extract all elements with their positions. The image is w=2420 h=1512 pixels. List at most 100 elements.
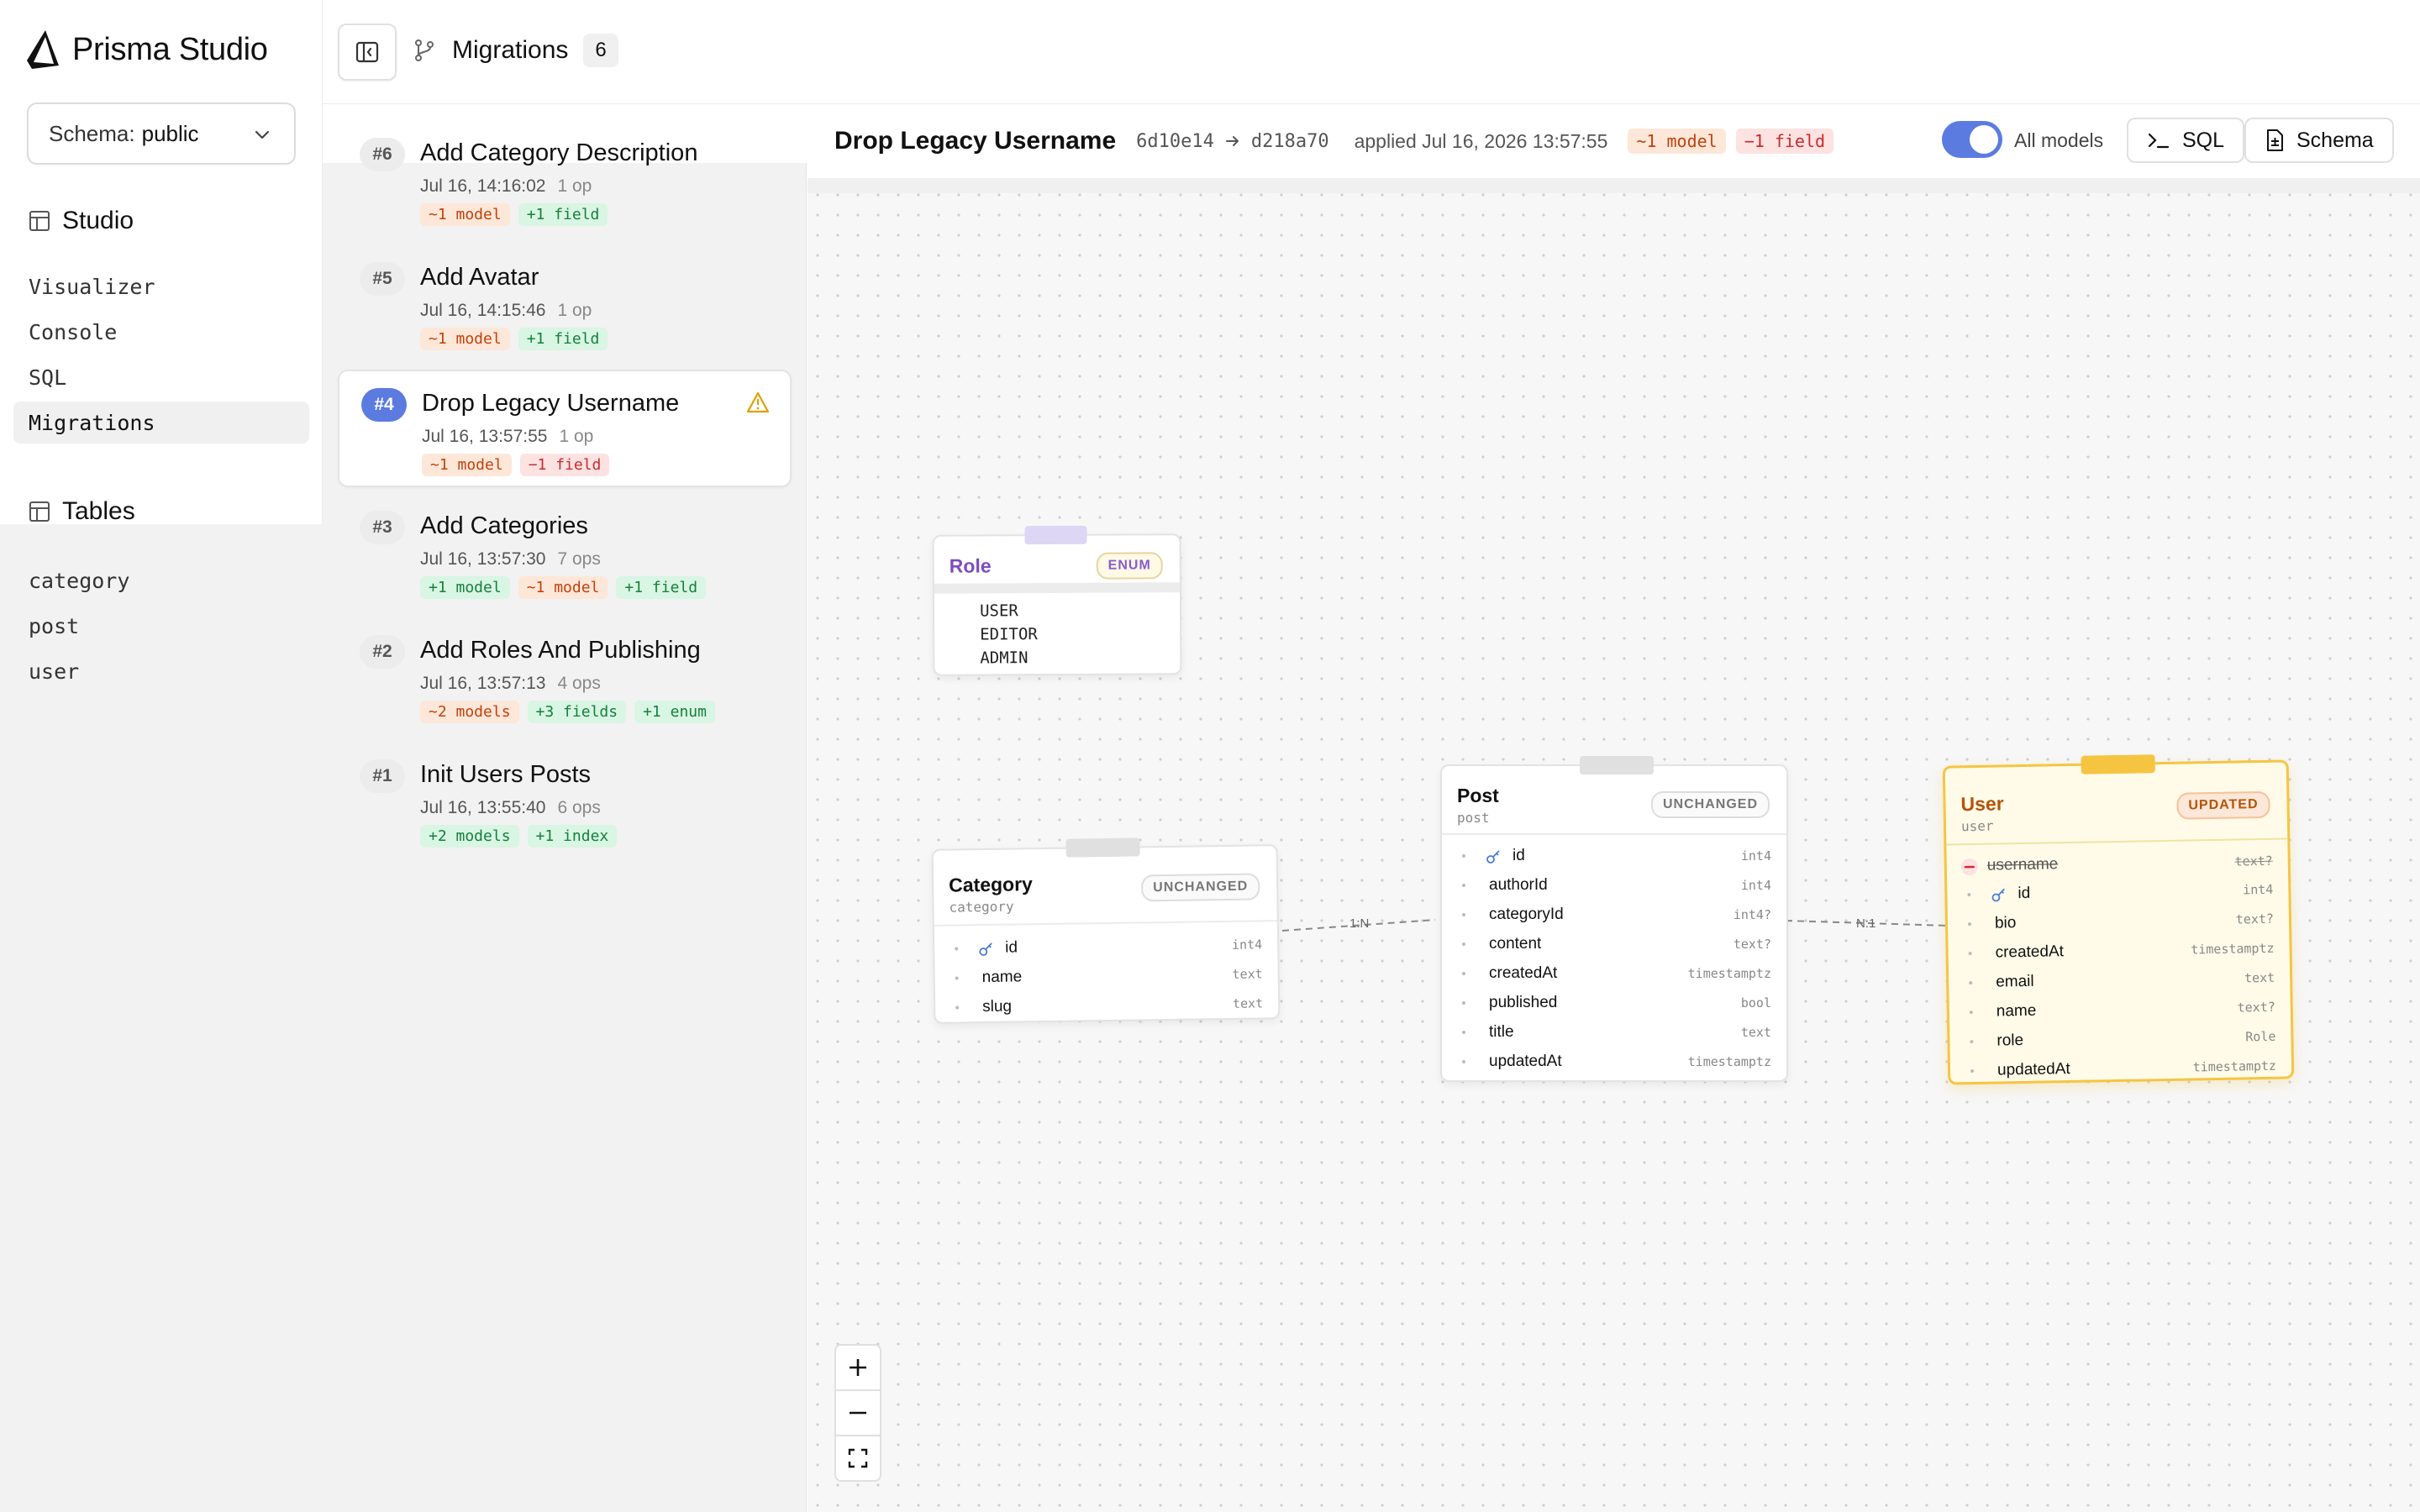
sidebar-table-category[interactable]: category [13, 559, 309, 601]
field-row[interactable]: id int4 [934, 930, 1277, 963]
field-row[interactable]: createdAt timestamptz [1948, 933, 2290, 968]
migration-title: Add Roles And Publishing [420, 637, 701, 664]
field-dot [1970, 1069, 1975, 1074]
field-type: text? [2235, 911, 2275, 927]
migration-item[interactable]: #5 Add Avatar Jul 16, 14:15:46 1 op ~1 model… [338, 245, 792, 363]
sidebar-item-visualizer[interactable]: Visualizer [13, 265, 309, 307]
top-bar: Migrations 6 [323, 0, 2420, 104]
table-name: category [949, 898, 1014, 916]
field-type: timestamptz [2191, 940, 2275, 958]
field-dot [955, 976, 959, 980]
field-row[interactable]: bio text? [1948, 904, 2290, 938]
table-icon [29, 501, 50, 522]
sidebar-item-sql[interactable]: SQL [13, 356, 309, 398]
field-row[interactable]: published bool [1442, 989, 1786, 1017]
sidebar-table-post[interactable]: post [13, 605, 309, 647]
migration-title: Drop Legacy Username [422, 390, 680, 417]
migration-time: Jul 16, 13:57:13 [420, 674, 546, 693]
sidebar-table-user[interactable]: user [13, 650, 309, 692]
migration-number: #6 [360, 138, 405, 171]
sidebar-item-migrations[interactable]: Migrations [13, 402, 309, 444]
field-name: authorId [1489, 876, 1548, 894]
field-row[interactable]: id int4 [1442, 842, 1786, 870]
migrations-title: Migrations 6 [412, 34, 618, 67]
field-type: text? [1733, 937, 1771, 952]
field-row[interactable]: slug text [935, 989, 1278, 1022]
field-row[interactable]: id int4 [1947, 874, 2289, 909]
field-row[interactable]: updatedAt timestamptz [1442, 1047, 1786, 1076]
schema-canvas[interactable]: Drop Legacy Username 6d10e14 d218a70 app… [808, 104, 2420, 1512]
migration-item[interactable]: #1 Init Users Posts Jul 16, 13:55:40 6 ops +… [338, 743, 792, 860]
field-name: createdAt [1995, 942, 2065, 962]
warning-icon [746, 391, 770, 413]
chevron-down-icon [252, 124, 272, 144]
schema-select[interactable]: Schema: public [27, 102, 296, 165]
card-separator [934, 920, 1277, 927]
migration-item[interactable]: #2 Add Roles And Publishing Jul 16, 13:57:… [338, 618, 792, 736]
app-logo[interactable]: Prisma Studio [25, 29, 268, 71]
field-row[interactable]: authorId int4 [1442, 871, 1786, 900]
field-type: int4 [1231, 937, 1263, 953]
git-branch-icon [412, 38, 437, 63]
model-card-role[interactable]: Role ENUM USER EDITOR ADMIN [932, 525, 1182, 676]
model-name: User [1960, 792, 2004, 816]
model-card-user[interactable]: User user UPDATED username text? id int4 b… [1942, 754, 2295, 1085]
migration-item[interactable]: #6 Add Category Description Jul 16, 14:16:… [338, 121, 792, 239]
field-row[interactable]: title text [1442, 1018, 1786, 1047]
minus-icon [847, 1402, 869, 1424]
migration-item[interactable]: #3 Add Categories Jul 16, 13:57:30 7 ops +1 … [338, 494, 792, 612]
migration-ops: 4 ops [557, 674, 601, 693]
field-row[interactable]: createdAt timestamptz [1442, 959, 1786, 988]
migration-number: #1 [360, 759, 405, 793]
field-name: role [1996, 1031, 2024, 1050]
field-name: id [1005, 938, 1018, 957]
field-row[interactable]: updatedAt timestamptz [1950, 1051, 2292, 1085]
field-dot [1967, 893, 1971, 897]
migration-meta: Jul 16, 14:16:02 1 op [420, 176, 592, 197]
card-separator [1442, 833, 1786, 835]
model-card-post[interactable]: Post post UNCHANGED id int4 authorId int4 ca… [1440, 756, 1788, 1082]
change-tag: +1 index [527, 825, 618, 848]
migration-ops: 1 op [559, 427, 594, 446]
updated-badge: UPDATED [2176, 790, 2270, 820]
migration-time: Jul 16, 13:57:30 [420, 549, 546, 569]
card-tab [1580, 756, 1654, 774]
field-row[interactable]: email text [1949, 963, 2291, 997]
model-name: Role [949, 554, 992, 577]
sidebar-item-console[interactable]: Console [13, 311, 309, 353]
field-name: updatedAt [1996, 1060, 2070, 1079]
studio-heading-label: Studio [62, 207, 134, 234]
migration-title: Init Users Posts [420, 761, 592, 788]
field-name: id [1512, 847, 1525, 864]
field-type: timestamptz [1687, 966, 1771, 981]
plus-icon [847, 1357, 869, 1378]
migration-title: Add Category Description [420, 139, 698, 166]
toggle-sidebar-button[interactable] [338, 24, 397, 81]
card-tab [2081, 754, 2155, 774]
fit-view-button[interactable] [834, 1435, 881, 1482]
field-row[interactable]: categoryId int4? [1442, 900, 1786, 929]
field-type: int4 [1740, 848, 1771, 864]
field-row[interactable]: content text? [1442, 930, 1786, 958]
field-row[interactable]: name text? [1949, 992, 2291, 1026]
enum-value: USER [979, 601, 1018, 621]
field-name: createdAt [1489, 964, 1558, 982]
field-dot [1462, 972, 1465, 975]
migration-meta: Jul 16, 13:57:55 1 op [422, 427, 593, 447]
migration-meta: Jul 16, 13:55:40 6 ops [420, 798, 601, 818]
prisma-logo-icon [25, 29, 60, 71]
field-name: title [1489, 1023, 1514, 1041]
migration-meta: Jul 16, 13:57:13 4 ops [420, 674, 601, 694]
field-row[interactable]: role Role [1949, 1021, 2291, 1056]
field-type: text? [2234, 853, 2273, 869]
model-card-category[interactable]: Category category UNCHANGED id int4 name te… [931, 837, 1281, 1024]
field-name: content [1489, 935, 1542, 953]
field-type: text [1232, 966, 1263, 982]
relation-label-n1: N:1 [1856, 916, 1876, 931]
field-row[interactable]: name text [934, 959, 1277, 993]
migration-item[interactable]: #4 Drop Legacy Username Jul 16, 13:57:55 1 … [338, 370, 792, 487]
migration-time: Jul 16, 13:57:55 [422, 427, 548, 446]
zoom-out-button[interactable] [834, 1389, 881, 1436]
field-name: email [1996, 972, 2034, 991]
zoom-in-button[interactable] [834, 1344, 881, 1391]
